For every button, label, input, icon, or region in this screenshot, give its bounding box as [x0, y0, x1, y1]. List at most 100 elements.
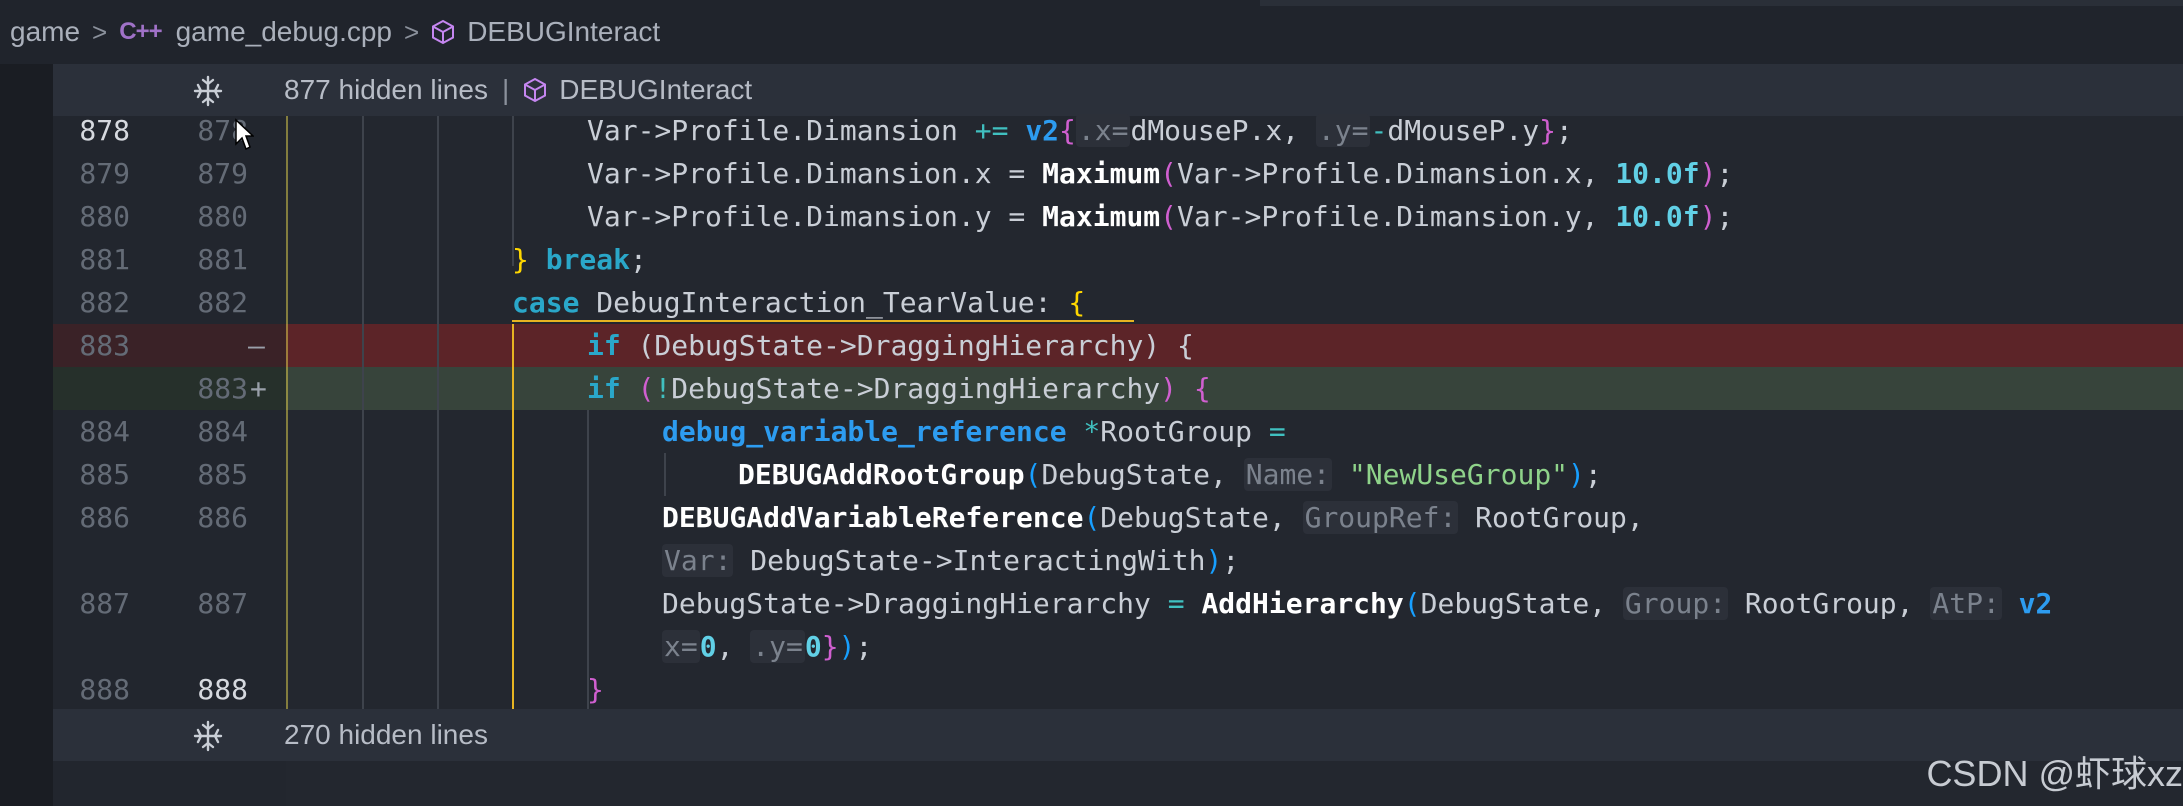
code-line-881[interactable]: } break; — [512, 238, 647, 281]
keyword: break — [545, 243, 631, 276]
breadcrumb-file[interactable]: C++ game_debug.cpp — [119, 16, 392, 48]
line-number-modified: 888 — [197, 673, 248, 706]
paren: ( — [1160, 157, 1178, 190]
paren: ) — [1568, 458, 1585, 491]
inserted-line-highlight — [286, 367, 2183, 410]
symbol-cube-icon — [432, 19, 455, 45]
code-text: DebugState, — [1420, 587, 1623, 620]
code-text: ; — [1716, 200, 1734, 233]
paren: ( — [620, 372, 655, 405]
indent-guide — [437, 116, 439, 709]
code-line-886-wrap[interactable]: Var: DebugState->InteractingWith); — [662, 539, 1239, 582]
line-number-original: 886 — [79, 501, 130, 534]
hidden-lines-bar-bottom[interactable]: 270 hidden lines — [53, 709, 2183, 761]
code-text: ; — [1716, 157, 1734, 190]
code-text: ; — [855, 630, 873, 663]
mouse-pointer-icon — [235, 118, 254, 151]
function-name: Maximum — [1042, 157, 1161, 190]
line-number-original: 878 — [79, 114, 130, 147]
chevron-right-icon: > — [92, 16, 108, 47]
function-name: AddHierarchy — [1201, 587, 1404, 620]
code-line-883-inserted[interactable]: if (!DebugState->DraggingHierarchy) { — [587, 367, 1211, 410]
paren: ) — [1205, 544, 1223, 577]
hidden-lines-count: 270 hidden lines — [284, 719, 488, 750]
code-text: DebugInteraction_TearValue: — [579, 286, 1069, 319]
code-editor-empty — [286, 761, 2183, 806]
code-line-887-wrap[interactable]: x=0, .y=0}); — [662, 625, 872, 668]
code-line-886[interactable]: DEBUGAddVariableReference(DebugState, Gr… — [662, 496, 1644, 539]
line-number-original: 882 — [79, 286, 130, 319]
code-line-879[interactable]: Var->Profile.Dimansion.x = Maximum(Var->… — [587, 152, 1733, 195]
code-line-882[interactable]: case DebugInteraction_TearValue: { — [512, 281, 1085, 324]
line-number-original: 885 — [79, 458, 130, 491]
type-name: debug_variable_reference — [662, 415, 1067, 448]
inlay-hint: Group: — [1622, 587, 1729, 620]
indent-guide — [664, 453, 666, 496]
paren: ( — [1083, 501, 1101, 534]
line-number-original: 883 — [79, 329, 130, 362]
number-literal: 10.0f — [1615, 157, 1700, 190]
inlay-hint: x= — [662, 630, 700, 663]
breadcrumb-folder-label: game — [10, 16, 81, 47]
operator: - — [1370, 114, 1388, 147]
unfold-icon[interactable] — [191, 719, 225, 753]
activity-margin — [0, 64, 53, 806]
code-text: DebugState->DraggingHierarchy — [671, 372, 1161, 405]
breadcrumb-symbol-label: DEBUGInteract — [467, 16, 661, 47]
string-literal: "NewUseGroup" — [1348, 458, 1569, 491]
paren: ( — [1024, 458, 1042, 491]
code-line-885[interactable]: DEBUGAddRootGroup(DebugState, Name: "New… — [738, 453, 1602, 496]
operator: ! — [654, 372, 672, 405]
code-text: ; — [1555, 114, 1573, 147]
code-text: ; — [1222, 544, 1240, 577]
inlay-hint: .x= — [1075, 114, 1131, 147]
line-number-original: 879 — [79, 157, 130, 190]
code-text: dMouseP.x, — [1130, 114, 1316, 147]
inlay-hint: Var: — [662, 544, 734, 577]
code-line-878[interactable]: Var->Profile.Dimansion += v2{.x=dMouseP.… — [587, 109, 1573, 152]
breadcrumb-folder[interactable]: game — [10, 16, 80, 48]
code-text: RootGroup, — [1475, 501, 1644, 534]
code-text: ; — [1584, 458, 1602, 491]
line-number-original: 881 — [79, 243, 130, 276]
function-name: Maximum — [1042, 200, 1161, 233]
unfold-icon[interactable] — [191, 74, 225, 108]
number-literal: 0 — [699, 630, 717, 663]
type-name: v2 — [1025, 114, 1060, 147]
code-line-888[interactable]: } — [587, 668, 604, 711]
breadcrumb: game > C++ game_debug.cpp > DEBUGInterac… — [0, 0, 2183, 64]
line-number-modified: 881 — [197, 243, 248, 276]
line-number-modified: 886 — [197, 501, 248, 534]
function-name: DEBUGAddVariableReference — [662, 501, 1084, 534]
code-line-883-deleted[interactable]: if (DebugState->DraggingHierarchy) { — [587, 324, 1194, 367]
keyword: if — [587, 372, 621, 405]
brace: } — [587, 673, 604, 706]
chevron-right-icon: > — [404, 16, 420, 47]
brace: } — [512, 243, 529, 276]
code-text: (DebugState->DraggingHierarchy) { — [620, 329, 1194, 362]
inserted-line-marker: + — [250, 372, 267, 405]
code-line-884[interactable]: debug_variable_reference *RootGroup = — [662, 410, 1286, 453]
operator: += — [974, 114, 1009, 147]
inlay-hint: Name: — [1243, 458, 1333, 491]
symbol-cube-icon — [524, 77, 547, 103]
code-text: RootGroup, — [1744, 587, 1931, 620]
brace: { — [1068, 286, 1086, 319]
code-line-887[interactable]: DebugState->DraggingHierarchy = AddHiera… — [662, 582, 2052, 625]
code-text: , — [716, 630, 751, 663]
breadcrumb-file-label: game_debug.cpp — [175, 16, 393, 47]
operator: = — [1268, 415, 1286, 448]
code-text: Var->Profile.Dimansion.y, — [1177, 200, 1616, 233]
code-line-880[interactable]: Var->Profile.Dimansion.y = Maximum(Var->… — [587, 195, 1733, 238]
paren: ) — [838, 630, 856, 663]
code-text: ; — [630, 243, 647, 276]
breadcrumb-symbol[interactable]: DEBUGInteract — [431, 16, 660, 48]
line-number-modified: 880 — [197, 200, 248, 233]
paren: ) — [1160, 372, 1178, 405]
paren: ( — [1403, 587, 1421, 620]
code-text: Var->Profile.Dimansion — [587, 114, 975, 147]
indent-guide — [362, 116, 364, 709]
line-number-modified: 879 — [197, 157, 248, 190]
type-name: v2 — [2018, 587, 2053, 620]
